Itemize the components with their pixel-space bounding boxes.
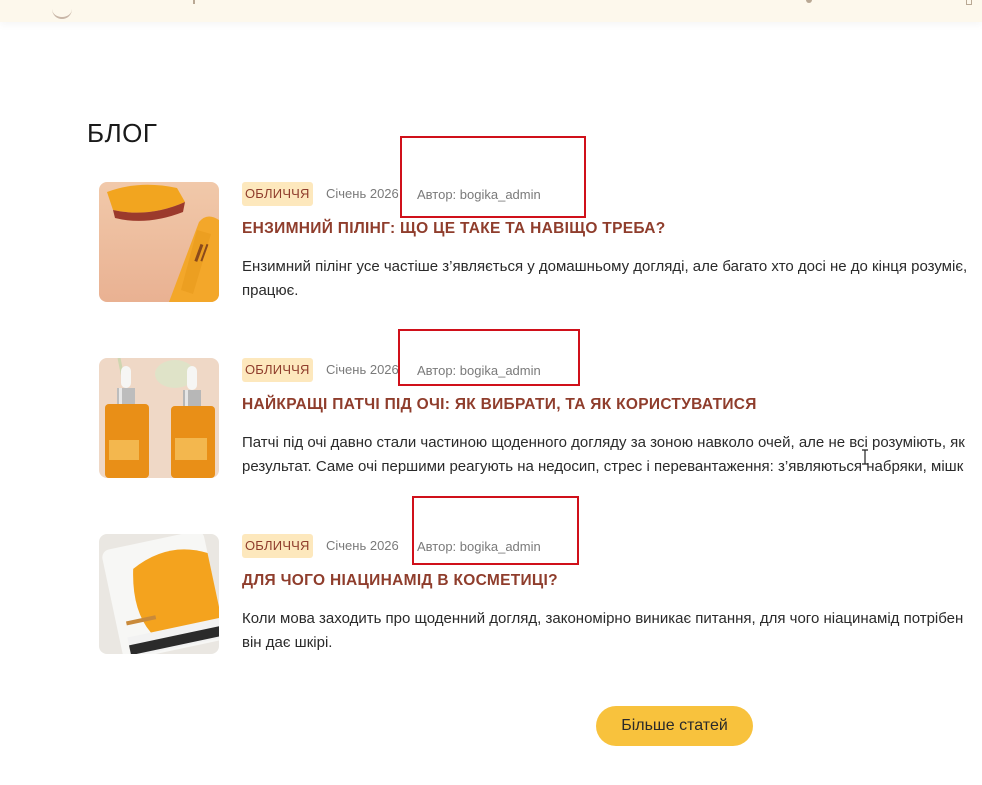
cart-icon[interactable]: [966, 0, 972, 5]
post-title-link[interactable]: НАЙКРАЩІ ПАТЧІ ПІД ОЧІ: ЯК ВИБРАТИ, ТА Я…: [242, 396, 757, 414]
nav-item-edge[interactable]: [193, 0, 195, 4]
post-excerpt: Патчі під очі давно стали частиною щоден…: [242, 431, 982, 479]
section-title: БЛОГ: [87, 118, 158, 148]
annotation-highlight-box: [412, 496, 579, 565]
more-articles-button[interactable]: Більше статей: [596, 706, 753, 746]
eye-patch-jars-image: [99, 358, 219, 478]
post-title-link[interactable]: ДЛЯ ЧОГО НІАЦИНАМІД В КОСМЕТИЦІ?: [242, 572, 558, 590]
site-header-strip: [0, 0, 982, 22]
excerpt-line: він дає шкірі.: [242, 634, 333, 651]
excerpt-line: результат. Саме очі першими реагують на …: [242, 458, 964, 475]
eye-cream-tube-image: [99, 534, 219, 654]
text-cursor-icon: [862, 449, 868, 465]
post-thumbnail[interactable]: [99, 358, 219, 478]
post-meta: ОБЛИЧЧЯ Січень 2026 Автор: bogika_admin: [242, 358, 982, 382]
serum-tube-image: [99, 182, 219, 302]
category-badge[interactable]: ОБЛИЧЧЯ: [242, 182, 313, 206]
category-badge[interactable]: ОБЛИЧЧЯ: [242, 534, 313, 558]
excerpt-line: Ензимний пілінг усе частіше з’являється …: [242, 258, 968, 275]
excerpt-line: Патчі під очі давно стали частиною щоден…: [242, 434, 965, 451]
post-meta: ОБЛИЧЧЯ Січень 2026 Автор: bogika_admin: [242, 182, 982, 206]
category-badge[interactable]: ОБЛИЧЧЯ: [242, 358, 313, 382]
post-thumbnail[interactable]: [99, 182, 219, 302]
post-excerpt: Ензимний пілінг усе частіше з’являється …: [242, 255, 982, 303]
logo-icon[interactable]: [52, 9, 72, 19]
post-thumbnail[interactable]: [99, 534, 219, 654]
annotation-highlight-box: [398, 329, 580, 386]
excerpt-line: працює.: [242, 282, 299, 299]
excerpt-line: Коли мова заходить про щоденний догляд, …: [242, 610, 964, 627]
post-title-link[interactable]: ЕНЗИМНИЙ ПІЛІНГ: ЩО ЦЕ ТАКЕ ТА НАВІЩО ТР…: [242, 220, 665, 238]
header-icon-edge[interactable]: [806, 0, 812, 3]
post-meta: ОБЛИЧЧЯ Січень 2026 Автор: bogika_admin: [242, 534, 982, 558]
post-date: Січень 2026: [326, 186, 399, 201]
annotation-highlight-box: [400, 136, 586, 218]
post-excerpt: Коли мова заходить про щоденний догляд, …: [242, 607, 982, 655]
post-date: Січень 2026: [326, 538, 399, 553]
post-date: Січень 2026: [326, 362, 399, 377]
